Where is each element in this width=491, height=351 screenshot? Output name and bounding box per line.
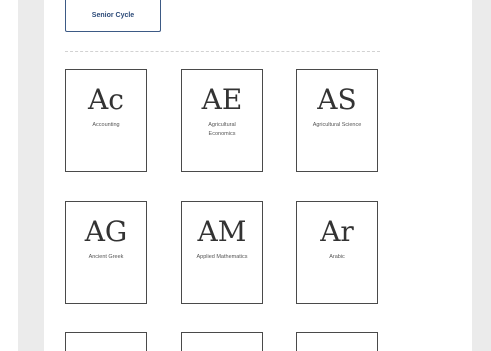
subject-name: Arabic bbox=[329, 254, 345, 260]
subject-abbreviation: AE bbox=[201, 83, 243, 116]
left-gutter bbox=[18, 0, 44, 351]
senior-cycle-label: Senior Cycle bbox=[91, 12, 135, 19]
subject-name: Accounting bbox=[92, 122, 120, 128]
subject-card-arabic[interactable]: Ar Arabic bbox=[296, 201, 378, 304]
subject-abbreviation: AG bbox=[84, 215, 128, 248]
subject-card-accounting[interactable]: Ac Accounting bbox=[65, 69, 147, 172]
subject-abbreviation: AS bbox=[317, 83, 357, 116]
subject-name: Ancient Greek bbox=[88, 254, 124, 260]
right-gutter bbox=[472, 0, 491, 351]
senior-cycle-button[interactable]: Senior Cycle bbox=[65, 0, 161, 32]
subject-abbreviation: Ac bbox=[88, 83, 124, 116]
subject-name: Agricultural Science bbox=[312, 122, 362, 128]
section-divider bbox=[65, 51, 380, 52]
subject-card-agricultural-economics[interactable]: AE Agricultural Economics bbox=[181, 69, 263, 172]
subject-name: Applied Mathematics bbox=[196, 254, 248, 260]
subject-card-applied-mathematics[interactable]: AM Applied Mathematics bbox=[181, 201, 263, 304]
subject-card[interactable] bbox=[296, 332, 378, 351]
subjects-panel: Senior Cycle Ac Accounting AE Agricultur… bbox=[44, 0, 472, 351]
subject-abbreviation: AM bbox=[197, 215, 247, 248]
subject-card-ancient-greek[interactable]: AG Ancient Greek bbox=[65, 201, 147, 304]
subject-card-agricultural-science[interactable]: AS Agricultural Science bbox=[296, 69, 378, 172]
subject-card[interactable] bbox=[65, 332, 147, 351]
subject-card[interactable] bbox=[181, 332, 263, 351]
subject-abbreviation: Ar bbox=[320, 215, 354, 248]
subject-name: Agricultural Economics bbox=[208, 122, 236, 137]
